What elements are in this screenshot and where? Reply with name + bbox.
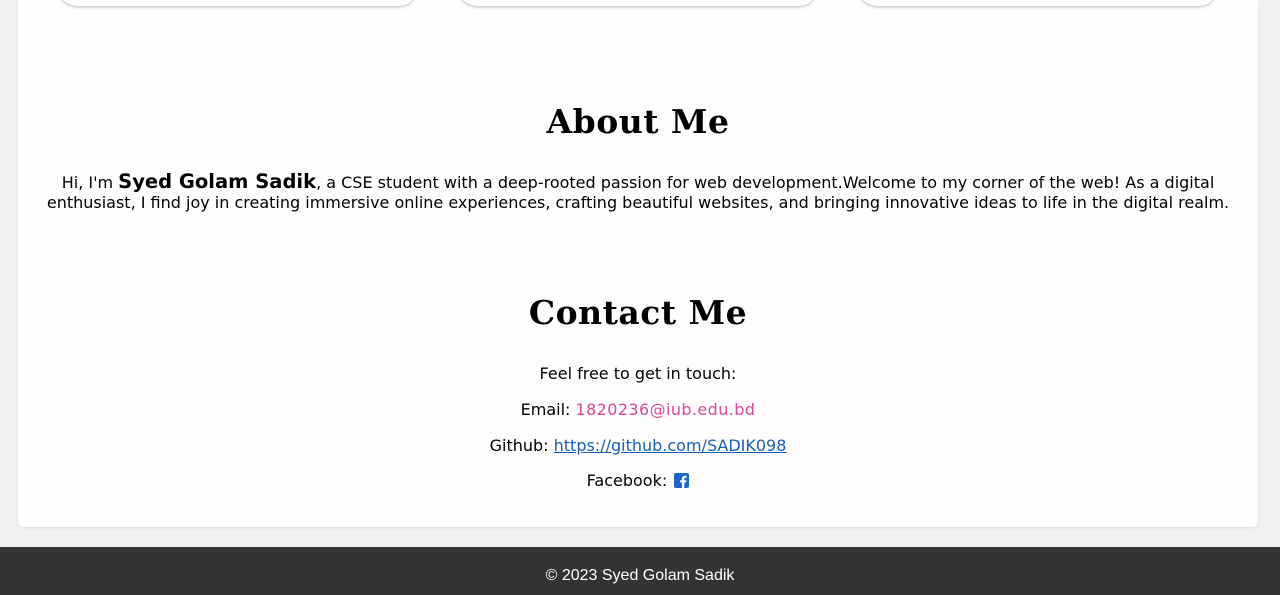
contact-github-row: Github: https://github.com/SADIK098 [18,436,1258,456]
about-heading: About Me [546,102,730,141]
contact-intro: Feel free to get in touch: [539,364,737,383]
project-card[interactable] [859,0,1217,6]
contact-facebook-row: Facebook: [18,471,1258,491]
site-footer: © 2023 Syed Golam Sadik [0,547,1280,595]
email-link[interactable]: 1820236@iub.edu.bd [576,400,756,419]
facebook-square-icon[interactable] [674,473,690,488]
project-card[interactable] [459,0,817,6]
main-content-panel: About Me Hi, I'm Syed Golam Sadik, a CSE… [18,0,1258,527]
footer-copyright: © 2023 Syed Golam Sadik [545,567,735,584]
about-greeting: Hi, I'm [61,173,119,192]
facebook-label: Facebook: [586,471,673,490]
email-label: Email: [520,400,576,419]
owner-name: Syed Golam Sadik [118,170,317,193]
about-paragraph: Hi, I'm Syed Golam Sadik, a CSE student … [36,172,1240,213]
contact-email-row: Email: 1820236@iub.edu.bd [18,400,1258,420]
github-label: Github: [489,436,554,455]
contact-heading: Contact Me [528,293,748,332]
project-card[interactable] [59,0,417,6]
github-link[interactable]: https://github.com/SADIK098 [554,436,787,455]
